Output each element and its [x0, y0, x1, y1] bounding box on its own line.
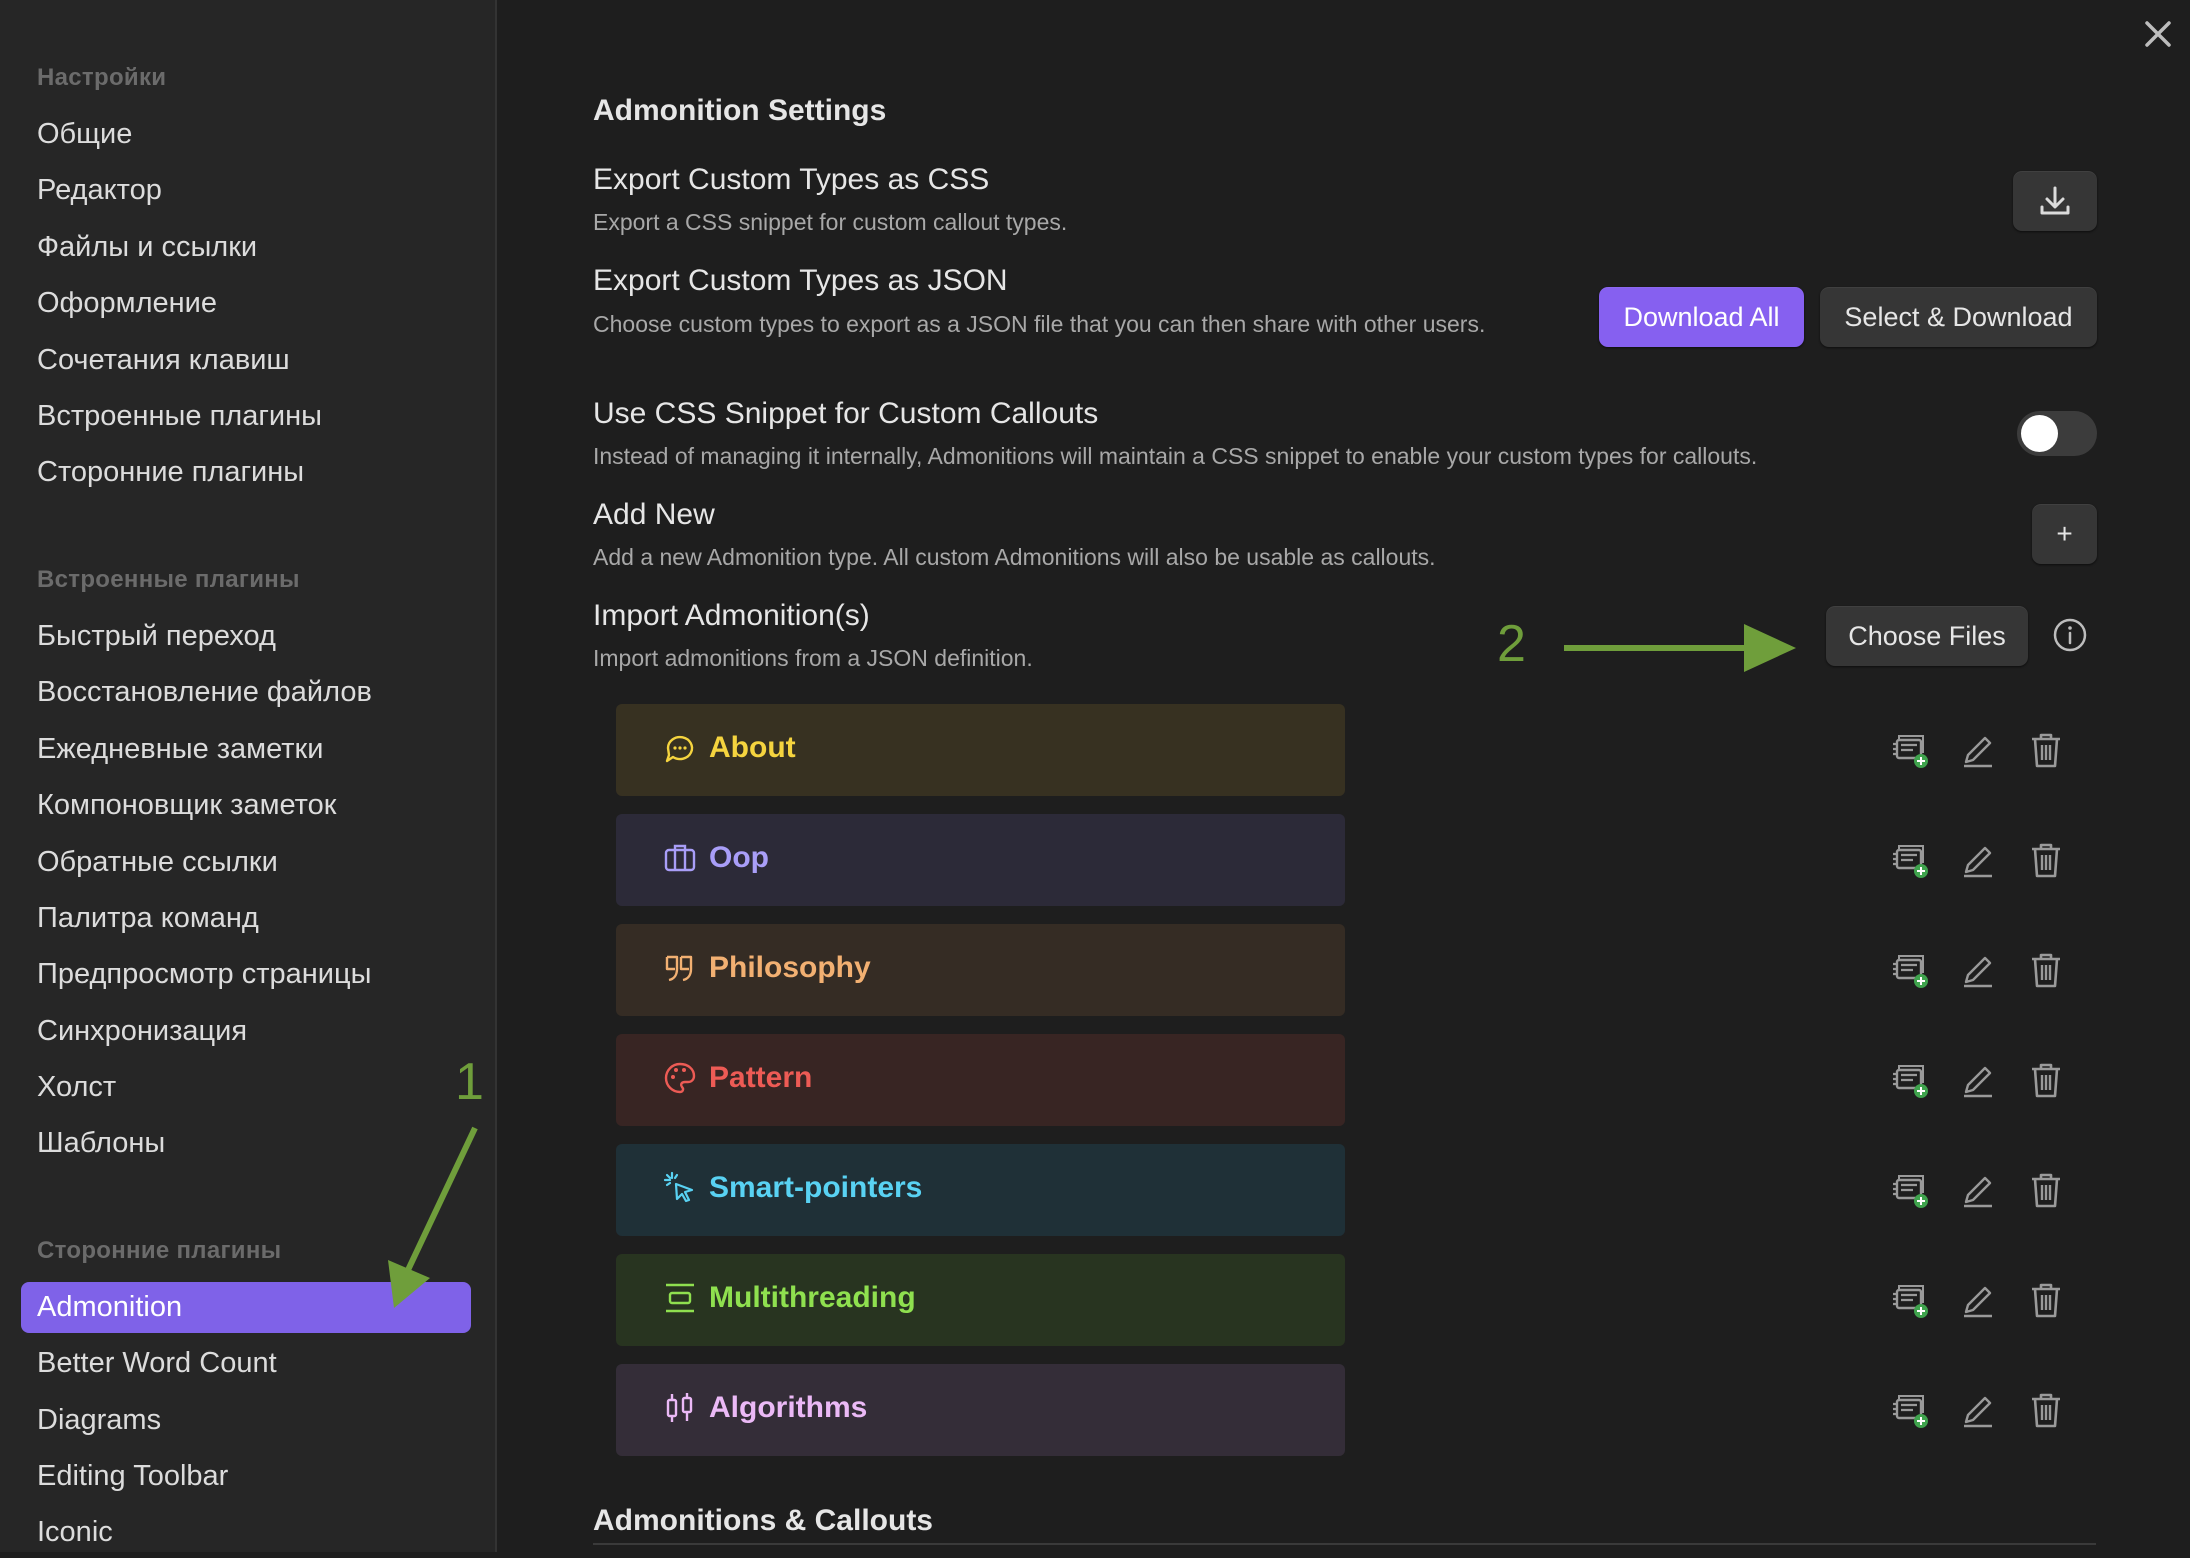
palette-icon — [664, 1062, 696, 1094]
admonition-label: About — [709, 731, 796, 764]
download-all-button[interactable]: Download All — [1599, 287, 1804, 347]
insert-admonition-icon[interactable] — [1891, 730, 1931, 770]
annotation-arrow-2 — [1564, 624, 1796, 672]
section-divider — [593, 1543, 2096, 1545]
sidebar-item-backlinks[interactable]: Обратные ссылки — [21, 837, 471, 888]
speech-bubble-icon — [665, 735, 694, 763]
export-json-name: Export Custom Types as JSON — [593, 264, 1008, 297]
insert-admonition-icon[interactable] — [1891, 840, 1931, 880]
sidebar-item-iconic[interactable]: Iconic — [21, 1507, 471, 1558]
choose-files-button[interactable]: Choose Files — [1826, 606, 2028, 666]
align-center-icon — [666, 1283, 694, 1313]
insert-admonition-icon[interactable] — [1891, 1060, 1931, 1100]
settings-sidebar: Настройки Общие Редактор Файлы и ссылки … — [0, 0, 497, 1552]
import-name: Import Admonition(s) — [593, 599, 870, 632]
edit-icon[interactable] — [1958, 950, 1998, 990]
sidebar-item-hotkeys[interactable]: Сочетания клавиш — [21, 335, 471, 386]
insert-admonition-icon[interactable] — [1891, 1280, 1931, 1320]
edit-icon[interactable] — [1958, 1170, 1998, 1210]
admonition-label: Philosophy — [709, 951, 871, 984]
info-icon[interactable] — [2052, 617, 2088, 653]
admonition-card: Oop — [616, 814, 1345, 906]
admonition-label: Smart-pointers — [709, 1171, 923, 1204]
trash-icon[interactable] — [2026, 1060, 2066, 1100]
annotation-number-1: 1 — [455, 1053, 484, 1111]
admonition-label: Pattern — [709, 1061, 813, 1094]
sidebar-section-builtin: Встроенные плагины — [37, 566, 300, 593]
sidebar-item-quick-switcher[interactable]: Быстрый переход — [21, 611, 471, 662]
annotation-arrow-1 — [388, 1126, 478, 1308]
sidebar-section-community: Сторонние плагины — [37, 1237, 282, 1264]
css-snippet-desc: Instead of managing it internally, Admon… — [593, 443, 1758, 469]
sidebar-item-file-recovery[interactable]: Восстановление файлов — [21, 667, 471, 718]
add-new-button[interactable]: + — [2032, 504, 2097, 564]
trash-icon[interactable] — [2026, 730, 2066, 770]
sidebar-item-editing-toolbar[interactable]: Editing Toolbar — [21, 1451, 471, 1502]
sidebar-item-canvas[interactable]: Холст — [21, 1062, 471, 1113]
sidebar-item-better-word-count[interactable]: Better Word Count — [21, 1338, 471, 1389]
sidebar-item-sync[interactable]: Синхронизация — [21, 1006, 471, 1057]
sidebar-item-general[interactable]: Общие — [21, 109, 471, 160]
edit-icon[interactable] — [1958, 1390, 1998, 1430]
trash-icon[interactable] — [2026, 1390, 2066, 1430]
quote-icon — [665, 955, 693, 982]
export-css-name: Export Custom Types as CSS — [593, 163, 990, 196]
sidebar-item-core-plugins[interactable]: Встроенные плагины — [21, 391, 471, 442]
edit-icon[interactable] — [1958, 1060, 1998, 1100]
export-json-desc: Choose custom types to export as a JSON … — [593, 311, 1486, 337]
admonition-card: About — [616, 704, 1345, 796]
sidebar-item-community-plugins[interactable]: Сторонние плагины — [21, 447, 471, 498]
trash-icon[interactable] — [2026, 950, 2066, 990]
toggle-knob — [2021, 415, 2058, 452]
sidebar-item-files-links[interactable]: Файлы и ссылки — [21, 222, 471, 273]
css-snippet-toggle[interactable] — [2017, 411, 2097, 456]
sidebar-item-note-composer[interactable]: Компоновщик заметок — [21, 780, 471, 831]
admonition-card: Smart-pointers — [616, 1144, 1345, 1236]
sidebar-item-daily-notes[interactable]: Ежедневные заметки — [21, 724, 471, 775]
download-icon — [2040, 186, 2070, 215]
admonition-card: Philosophy — [616, 924, 1345, 1016]
trash-icon[interactable] — [2026, 1170, 2066, 1210]
sidebar-section-core: Настройки — [37, 64, 167, 91]
insert-admonition-icon[interactable] — [1891, 950, 1931, 990]
export-css-desc: Export a CSS snippet for custom callout … — [593, 209, 1068, 235]
sidebar-item-editor[interactable]: Редактор — [21, 165, 471, 216]
import-desc: Import admonitions from a JSON definitio… — [593, 645, 1033, 671]
admonition-label: Multithreading — [709, 1281, 916, 1314]
edit-icon[interactable] — [1958, 840, 1998, 880]
select-download-button[interactable]: Select & Download — [1820, 287, 2097, 347]
pointer-click-icon — [663, 1171, 694, 1203]
briefcase-icon — [664, 844, 696, 872]
export-css-button[interactable] — [2013, 171, 2097, 231]
admonition-card: Pattern — [616, 1034, 1345, 1126]
edit-icon[interactable] — [1958, 730, 1998, 770]
sidebar-item-diagrams[interactable]: Diagrams — [21, 1395, 471, 1446]
sidebar-item-page-preview[interactable]: Предпросмотр страницы — [21, 949, 471, 1000]
page-title: Admonition Settings — [593, 94, 887, 127]
candlestick-icon — [666, 1393, 693, 1422]
insert-admonition-icon[interactable] — [1891, 1390, 1931, 1430]
edit-icon[interactable] — [1958, 1280, 1998, 1320]
section-title-admonitions-callouts: Admonitions & Callouts — [593, 1504, 933, 1537]
sidebar-item-appearance[interactable]: Оформление — [21, 278, 471, 329]
close-icon[interactable] — [2140, 16, 2176, 52]
admonition-card: Algorithms — [616, 1364, 1345, 1456]
admonition-card: Multithreading — [616, 1254, 1345, 1346]
admonition-label: Algorithms — [709, 1391, 868, 1424]
admonition-label: Oop — [709, 841, 769, 874]
add-new-name: Add New — [593, 498, 715, 531]
sidebar-item-command-palette[interactable]: Палитра команд — [21, 893, 471, 944]
insert-admonition-icon[interactable] — [1891, 1170, 1931, 1210]
annotation-number-2: 2 — [1497, 615, 1526, 673]
trash-icon[interactable] — [2026, 1280, 2066, 1320]
css-snippet-name: Use CSS Snippet for Custom Callouts — [593, 397, 1099, 430]
trash-icon[interactable] — [2026, 840, 2066, 880]
add-new-desc: Add a new Admonition type. All custom Ad… — [593, 544, 1436, 570]
